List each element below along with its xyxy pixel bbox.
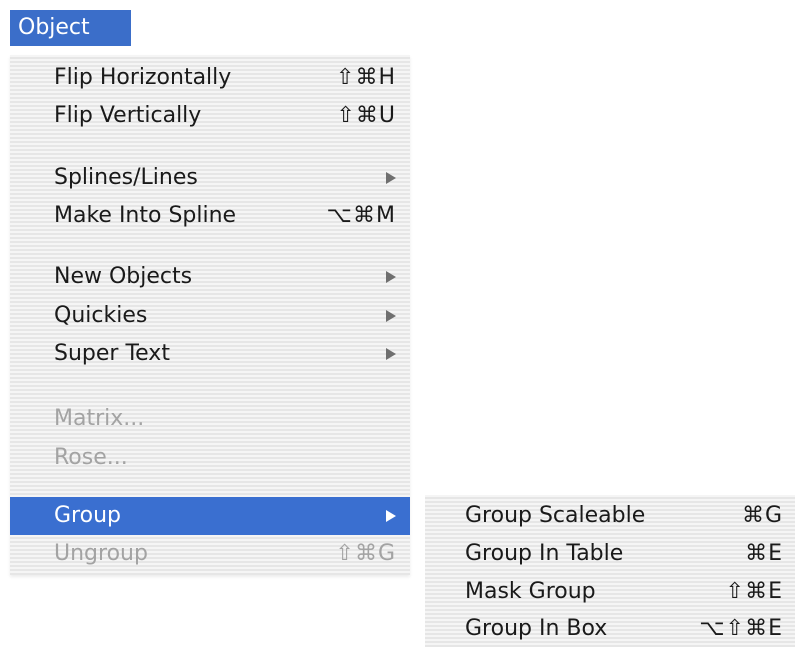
submenu-item-group-in-box[interactable]: Group In Box ⌥⇧⌘E bbox=[425, 610, 795, 648]
menu-item-flip-vertically[interactable]: Flip Vertically ⇧⌘U bbox=[10, 97, 410, 135]
menu-item-splines-lines[interactable]: Splines/Lines bbox=[10, 159, 410, 197]
submenu-item-shortcut: ⌥⇧⌘E bbox=[699, 616, 783, 641]
menu-item-label: Splines/Lines bbox=[54, 165, 198, 190]
menu-item-new-objects[interactable]: New Objects bbox=[10, 258, 410, 296]
menu-item-shortcut: ⌥⌘M bbox=[326, 203, 396, 228]
submenu-arrow-icon bbox=[386, 310, 396, 322]
menu-item-label: Make Into Spline bbox=[54, 203, 237, 228]
group-submenu: Group Scaleable ⌘G Group In Table ⌘E Mas… bbox=[425, 495, 795, 647]
submenu-item-shortcut: ⌘G bbox=[741, 503, 783, 528]
menu-item-flip-horizontally[interactable]: Flip Horizontally ⇧⌘H bbox=[10, 59, 410, 97]
menu-item-group[interactable]: Group bbox=[10, 497, 410, 535]
menu-item-ungroup: Ungroup ⇧⌘G bbox=[10, 535, 410, 573]
submenu-arrow-icon bbox=[386, 348, 396, 360]
menu-item-super-text[interactable]: Super Text bbox=[10, 335, 410, 373]
submenu-item-group-in-table[interactable]: Group In Table ⌘E bbox=[425, 535, 795, 573]
menu-item-label: Matrix... bbox=[54, 406, 145, 431]
submenu-arrow-icon bbox=[386, 510, 396, 522]
object-menu-title[interactable]: Object bbox=[10, 10, 131, 46]
menu-item-make-into-spline[interactable]: Make Into Spline ⌥⌘M bbox=[10, 197, 410, 235]
menu-item-shortcut: ⇧⌘H bbox=[336, 65, 396, 90]
menu-item-label: Flip Horizontally bbox=[54, 65, 232, 90]
menu-item-rose: Rose... bbox=[10, 439, 410, 477]
object-menu-dropdown: Flip Horizontally ⇧⌘H Flip Vertically ⇧⌘… bbox=[10, 55, 410, 575]
menu-item-label: Flip Vertically bbox=[54, 103, 202, 128]
submenu-item-label: Mask Group bbox=[465, 579, 596, 604]
submenu-item-label: Group In Box bbox=[465, 616, 608, 641]
submenu-item-label: Group In Table bbox=[465, 541, 624, 566]
menu-item-label: Rose... bbox=[54, 445, 128, 470]
submenu-arrow-icon bbox=[386, 271, 396, 283]
menu-item-label: Super Text bbox=[54, 341, 170, 366]
submenu-item-shortcut: ⇧⌘E bbox=[725, 579, 783, 604]
submenu-item-shortcut: ⌘E bbox=[745, 541, 783, 566]
menu-item-label: New Objects bbox=[54, 264, 193, 289]
menu-item-shortcut: ⇧⌘U bbox=[336, 103, 396, 128]
menu-item-matrix: Matrix... bbox=[10, 400, 410, 438]
menu-item-label: Group bbox=[54, 503, 121, 528]
submenu-item-label: Group Scaleable bbox=[465, 503, 646, 528]
submenu-arrow-icon bbox=[386, 172, 396, 184]
menu-item-label: Quickies bbox=[54, 303, 148, 328]
menu-item-shortcut: ⇧⌘G bbox=[335, 541, 396, 566]
menu-item-quickies[interactable]: Quickies bbox=[10, 297, 410, 335]
submenu-item-group-scaleable[interactable]: Group Scaleable ⌘G bbox=[425, 497, 795, 535]
submenu-item-mask-group[interactable]: Mask Group ⇧⌘E bbox=[425, 573, 795, 611]
menu-item-label: Ungroup bbox=[54, 541, 148, 566]
